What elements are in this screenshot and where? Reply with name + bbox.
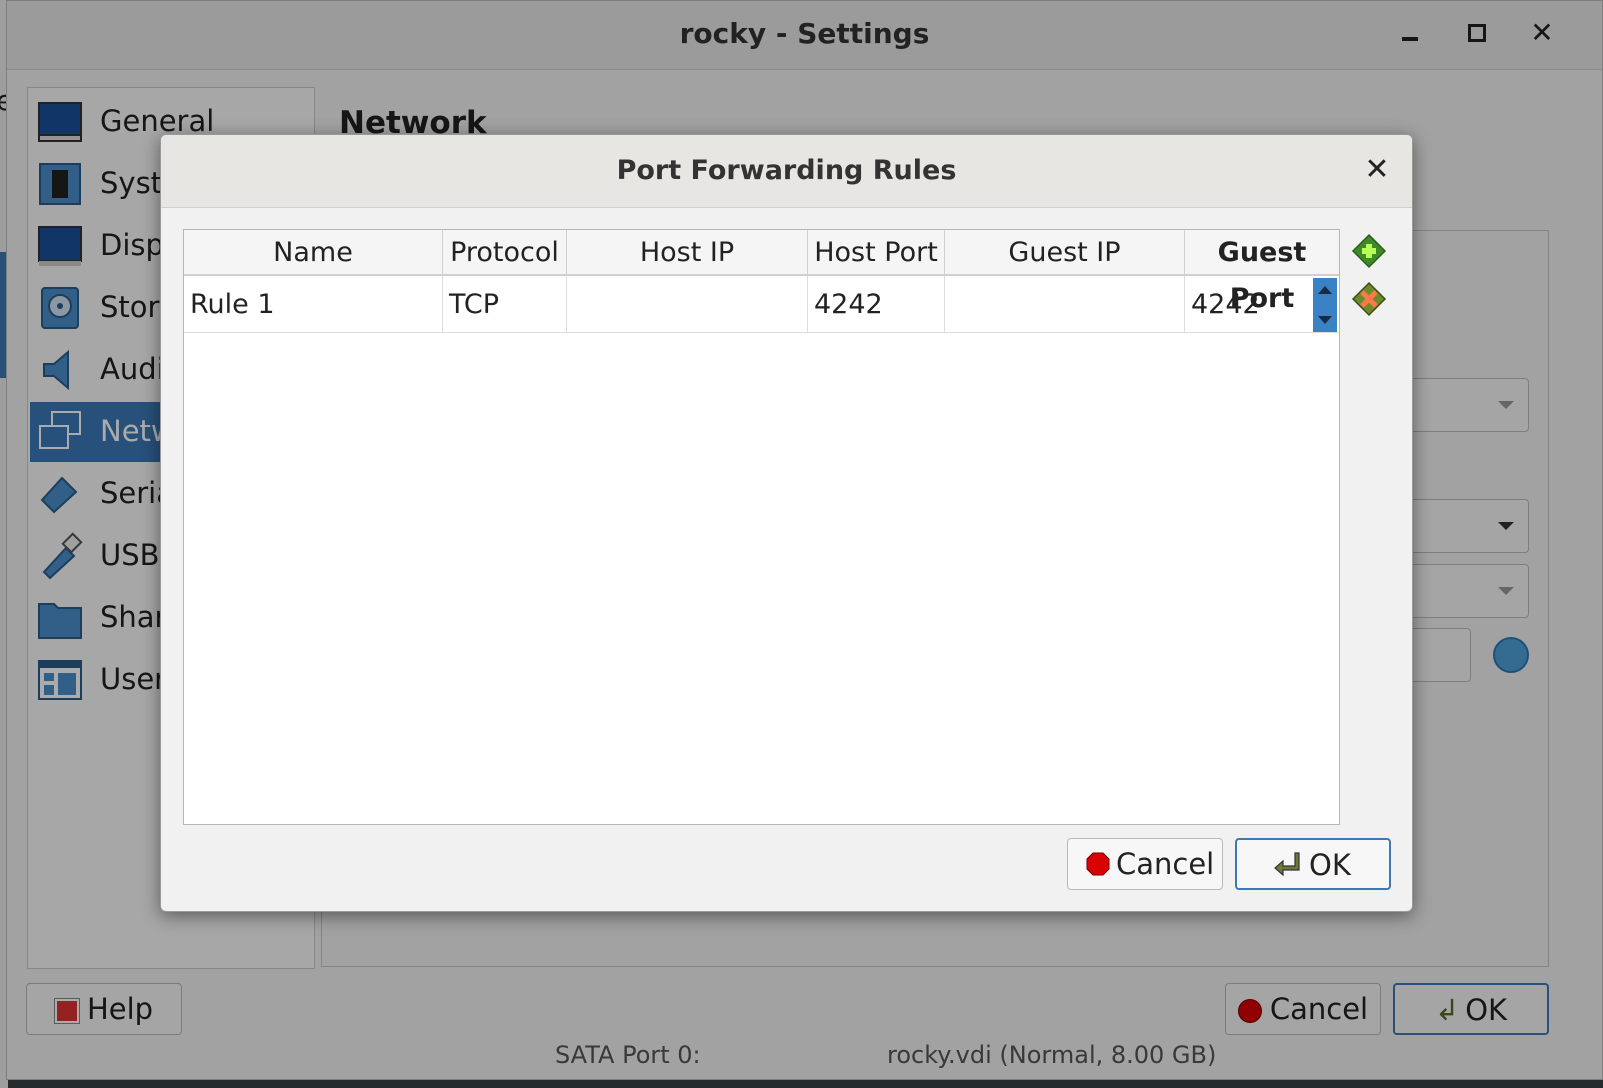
- dialog-ok-button[interactable]: OK: [1235, 838, 1391, 890]
- cell-protocol[interactable]: TCP: [443, 276, 567, 332]
- cell-name[interactable]: Rule 1: [184, 276, 443, 332]
- enter-arrow-icon: [1274, 852, 1300, 877]
- dialog-cancel-button[interactable]: Cancel: [1067, 838, 1223, 890]
- dialog-ok-label: OK: [1309, 848, 1351, 882]
- column-header-guest-ip[interactable]: Guest IP: [945, 230, 1185, 274]
- dialog-cancel-label: Cancel: [1116, 847, 1215, 881]
- guest-port-spinner[interactable]: [1313, 278, 1337, 332]
- dialog-title-bar: Port Forwarding Rules ✕: [161, 135, 1412, 208]
- rules-table: Name Protocol Host IP Host Port Guest IP…: [183, 229, 1340, 825]
- cell-host-port[interactable]: 4242: [808, 276, 945, 332]
- add-rule-icon[interactable]: [1351, 233, 1387, 269]
- spin-up-icon[interactable]: [1318, 286, 1332, 294]
- stop-icon: [1086, 852, 1110, 876]
- table-header: Name Protocol Host IP Host Port Guest IP…: [184, 230, 1339, 314]
- remove-rule-icon[interactable]: [1351, 281, 1387, 317]
- column-header-guest-port[interactable]: Guest Port: [1185, 230, 1339, 314]
- cell-host-ip[interactable]: [567, 276, 808, 332]
- guest-port-editor[interactable]: 4242: [1185, 276, 1313, 332]
- column-header-host-ip[interactable]: Host IP: [567, 230, 808, 274]
- close-icon[interactable]: ✕: [1360, 153, 1394, 187]
- dialog-title: Port Forwarding Rules: [616, 155, 957, 186]
- column-header-name[interactable]: Name: [184, 230, 443, 274]
- spin-down-icon[interactable]: [1318, 316, 1332, 324]
- port-forwarding-dialog: Port Forwarding Rules ✕ Name Protocol Ho…: [160, 134, 1413, 912]
- column-header-protocol[interactable]: Protocol: [443, 230, 567, 274]
- column-header-host-port[interactable]: Host Port: [808, 230, 945, 274]
- cell-guest-ip[interactable]: [945, 276, 1185, 332]
- table-row[interactable]: Rule 1 TCP 4242 4242: [184, 276, 1339, 333]
